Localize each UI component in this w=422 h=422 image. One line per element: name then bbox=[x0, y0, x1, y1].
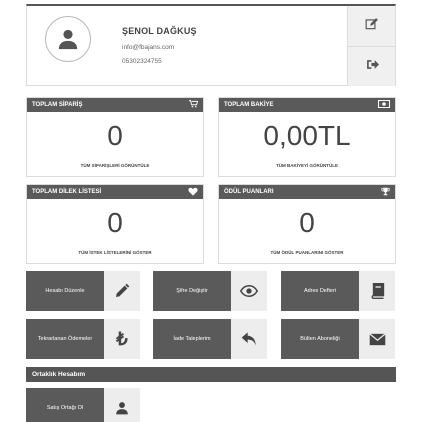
trophy-icon bbox=[381, 187, 390, 198]
stat-value: 0 bbox=[299, 207, 315, 238]
logout-button[interactable] bbox=[348, 46, 396, 86]
envelope-icon bbox=[359, 319, 395, 359]
tile-label: Bülten Aboneliği bbox=[300, 336, 340, 342]
stat-reward-points: ÖDÜL PUANLARI 0 TÜM ÖDÜL PUANLARINI GÖST… bbox=[218, 184, 396, 264]
user-icon bbox=[104, 388, 140, 422]
return-requests-button[interactable]: İade Taleplerim bbox=[153, 319, 267, 359]
tile-label: Adres Defteri bbox=[303, 288, 337, 294]
affiliate-section-header: Ortaklık Hesabım bbox=[26, 367, 396, 382]
stat-total-balance: TOPLAM BAKİYE 0,00TL TÜM BAKİYEYİ GÖRÜNT… bbox=[218, 97, 396, 177]
edit-account-button[interactable]: Hesabı Düzenle bbox=[26, 271, 140, 311]
eye-icon bbox=[231, 271, 267, 311]
tile-label: Tekrarlanan Ödemeler bbox=[37, 336, 93, 342]
user-icon bbox=[45, 16, 91, 62]
profile-card: ŞENOL DAĞKUŞ info@fbajans.com 0530232475… bbox=[26, 4, 396, 86]
tile-label: Satış Ortağı Ol bbox=[46, 405, 84, 411]
stat-value: 0 bbox=[107, 120, 123, 151]
edit-icon bbox=[365, 17, 379, 36]
view-all-wishlists-link[interactable]: TÜM İSTEK LİSTELERİNİ GÖSTER bbox=[27, 250, 203, 255]
tile-label: İade Taleplerim bbox=[173, 336, 211, 342]
heart-icon bbox=[188, 187, 198, 198]
address-book-button[interactable]: Adres Defteri bbox=[281, 271, 395, 311]
profile-name: ŞENOL DAĞKUŞ bbox=[122, 26, 197, 36]
recurring-payments-button[interactable]: Tekrarlanan Ödemeler ₺ bbox=[26, 319, 140, 359]
profile-email: info@fbajans.com bbox=[122, 44, 175, 51]
view-all-balance-link[interactable]: TÜM BAKİYEYİ GÖRÜNTÜLE bbox=[219, 163, 395, 168]
cart-icon bbox=[189, 100, 199, 110]
tile-label: Hesabı Düzenle bbox=[45, 288, 85, 294]
profile-phone: 05302324755 bbox=[122, 58, 162, 65]
money-icon bbox=[378, 100, 390, 110]
change-password-button[interactable]: Şifre Değiştir bbox=[153, 271, 267, 311]
sign-out-icon bbox=[366, 58, 379, 76]
book-icon bbox=[359, 271, 395, 311]
lira-icon: ₺ bbox=[104, 319, 140, 359]
stat-title: ÖDÜL PUANLARI bbox=[224, 189, 274, 195]
stat-total-wishlist: TOPLAM DİLEK LİSTESİ 0 TÜM İSTEK LİSTELE… bbox=[26, 184, 204, 264]
stat-total-orders: TOPLAM SİPARİŞ 0 TÜM SİPARİŞLERİ GÖRÜNTÜ… bbox=[26, 97, 204, 177]
reply-icon bbox=[231, 319, 267, 359]
tile-label: Şifre Değiştir bbox=[176, 288, 208, 294]
stat-value: 0 bbox=[107, 207, 123, 238]
become-affiliate-button[interactable]: Satış Ortağı Ol bbox=[26, 388, 140, 422]
stat-title: TOPLAM SİPARİŞ bbox=[32, 102, 83, 108]
stat-title: TOPLAM DİLEK LİSTESİ bbox=[32, 189, 102, 195]
view-all-orders-link[interactable]: TÜM SİPARİŞLERİ GÖRÜNTÜLE bbox=[27, 163, 203, 168]
edit-profile-button[interactable] bbox=[348, 6, 396, 46]
newsletter-button[interactable]: Bülten Aboneliği bbox=[281, 319, 395, 359]
stat-title: TOPLAM BAKİYE bbox=[224, 102, 274, 108]
pencil-icon bbox=[104, 271, 140, 311]
view-all-rewards-link[interactable]: TÜM ÖDÜL PUANLARINI GÖSTER bbox=[219, 250, 395, 255]
stat-value: 0,00TL bbox=[263, 120, 351, 151]
profile-actions bbox=[347, 6, 396, 86]
